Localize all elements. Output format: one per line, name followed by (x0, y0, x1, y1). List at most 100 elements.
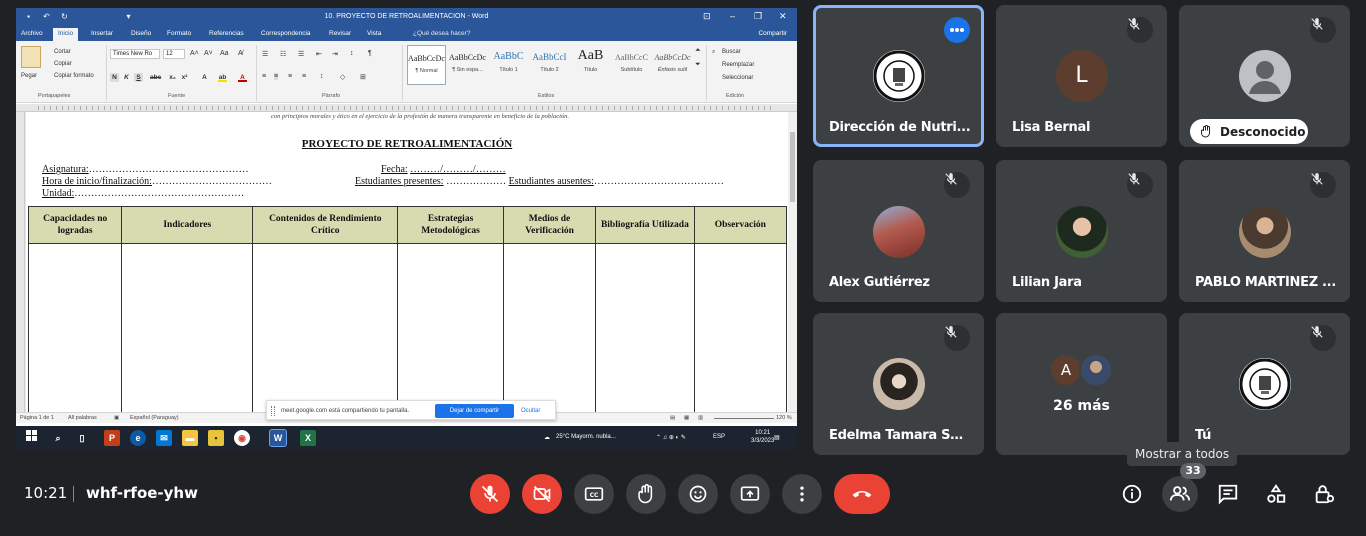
align-left-icon[interactable]: ≡ (262, 73, 266, 80)
copy-button[interactable]: Copiar (54, 61, 72, 67)
participant-tile[interactable]: Lilian Jara (996, 160, 1167, 302)
style-title[interactable]: AaB Título (571, 45, 610, 85)
style-subtle-emphasis[interactable]: AaBbCcDc Énfasis sutil (653, 45, 692, 85)
format-painter-button[interactable]: Copiar formato (54, 73, 94, 79)
styles-more-icon[interactable]: ⏷ (695, 61, 701, 69)
page-count[interactable]: Página 1 de 1 (20, 415, 54, 421)
participant-tile[interactable]: Dirección de Nutri... (813, 5, 984, 147)
paste-icon[interactable] (21, 46, 41, 68)
zoom-level[interactable]: 120 % (776, 415, 792, 421)
font-grow-icon[interactable]: A˄ (190, 50, 199, 57)
meeting-details-button[interactable] (1114, 476, 1150, 512)
bold-icon[interactable]: N (110, 73, 119, 82)
shading-icon[interactable]: ◇ (340, 73, 345, 81)
task-view-icon[interactable]: ▯ (74, 430, 90, 446)
reactions-button[interactable] (678, 474, 718, 514)
minimize-icon[interactable]: – (730, 11, 735, 22)
tab-correspondencia[interactable]: Correspondencia (261, 30, 311, 37)
multilevel-icon[interactable]: ☰ (298, 50, 304, 58)
table-cell[interactable] (121, 243, 254, 412)
decrease-indent-icon[interactable]: ⇤ (316, 50, 322, 58)
participant-tile[interactable]: A 26 más (996, 313, 1167, 455)
align-right-icon[interactable]: ≡ (288, 73, 292, 80)
table-cell[interactable] (27, 243, 123, 412)
justify-icon[interactable]: ≡ (302, 73, 306, 80)
restore-icon[interactable]: ❐ (754, 11, 762, 22)
style-subtitle[interactable]: AaBbCcC Subtítulo (612, 45, 651, 85)
document-page[interactable]: con principios morales y ético en el eje… (26, 112, 788, 412)
italic-icon[interactable]: K (122, 73, 131, 82)
font-name-box[interactable]: Times New Ro (110, 49, 160, 59)
participant-tile[interactable]: Alex Gutiérrez (813, 160, 984, 302)
word-taskbar-icon[interactable]: W (269, 429, 287, 447)
subscript-icon[interactable]: x₂ (168, 73, 177, 82)
bullets-icon[interactable]: ☰ (262, 50, 268, 58)
tab-archivo[interactable]: Archivo (21, 30, 43, 37)
find-button[interactable]: Buscar (722, 49, 741, 55)
people-button[interactable] (1162, 476, 1198, 512)
participant-tile[interactable]: PABLO MARTÍNEZ ... (1179, 160, 1350, 302)
stop-sharing-button[interactable]: Dejar de compartir (435, 404, 514, 418)
table-cell[interactable] (397, 243, 504, 412)
close-icon[interactable]: ✕ (779, 11, 787, 22)
read-mode-icon[interactable]: ▤ (670, 415, 675, 421)
hide-banner-button[interactable]: Ocultar (521, 408, 540, 414)
tab-formato[interactable]: Formato (167, 30, 191, 37)
zoom-slider[interactable] (714, 418, 774, 419)
activities-button[interactable] (1258, 476, 1294, 512)
weather-text[interactable]: 25°C Mayorm. nubla... (556, 434, 616, 440)
ribbon-display-icon[interactable]: ⊡ (703, 11, 711, 22)
change-case-icon[interactable]: Aa (220, 50, 229, 57)
participant-tile[interactable]: Desconocido (1179, 5, 1350, 147)
find-icon[interactable]: ⌕ (712, 49, 715, 56)
tell-me-search[interactable]: ¿Qué desea hacer? (413, 30, 470, 37)
style-heading-2[interactable]: AaBbCcI Título 2 (530, 45, 569, 85)
drag-handle-icon[interactable] (271, 406, 275, 416)
table-cell[interactable] (595, 243, 695, 412)
strikethrough-icon[interactable]: abc (150, 73, 161, 82)
tab-inicio[interactable]: Inicio (53, 28, 79, 41)
excel-icon[interactable]: X (300, 430, 316, 446)
word-count[interactable]: All palabras (68, 415, 97, 421)
web-layout-icon[interactable]: ▥ (698, 415, 703, 421)
style-no-spacing[interactable]: AaBbCcDc ¶ Sin espa... (448, 45, 487, 85)
text-effects-icon[interactable]: A (200, 73, 209, 82)
meeting-code[interactable]: whf-rfoe-yhw (86, 484, 198, 502)
sort-icon[interactable]: ↕ (350, 50, 354, 57)
system-tray-icons[interactable]: ⌃ ♫ ⊕ ◐ ✎ (656, 434, 686, 441)
line-spacing-icon[interactable]: ↕ (320, 73, 324, 80)
input-language[interactable]: ESP (713, 434, 725, 440)
print-layout-icon[interactable]: ▦ (684, 415, 689, 421)
font-size-box[interactable]: 12 (163, 49, 185, 59)
tab-insertar[interactable]: Insertar (91, 30, 113, 37)
style-normal[interactable]: AaBbCcDc ¶ Normal (407, 45, 446, 85)
participant-tile[interactable]: Edelma Tamara Sal... (813, 313, 984, 455)
camera-toggle-button[interactable] (522, 474, 562, 514)
search-icon[interactable]: ⌕ (50, 430, 66, 446)
cut-button[interactable]: Cortar (54, 49, 71, 55)
edge-icon[interactable]: e (130, 430, 146, 446)
pilcrow-icon[interactable]: ¶ (368, 50, 372, 57)
align-center-icon[interactable]: ≡ (274, 73, 279, 80)
language-status[interactable]: Español (Paraguay) (130, 415, 179, 421)
mail-icon[interactable]: ✉ (156, 430, 172, 446)
host-controls-button[interactable] (1306, 476, 1342, 512)
table-cell[interactable] (252, 243, 399, 412)
more-options-button[interactable] (782, 474, 822, 514)
share-button[interactable]: Compartir (758, 30, 787, 37)
font-color-icon[interactable]: A (238, 73, 247, 82)
leave-call-button[interactable] (834, 474, 890, 514)
increase-indent-icon[interactable]: ⇥ (332, 50, 338, 58)
taskbar-clock[interactable]: 10:21 3/3/2023 (751, 429, 774, 445)
chrome-icon[interactable]: ◉ (234, 430, 250, 446)
borders-icon[interactable]: ⊞ (360, 73, 366, 81)
superscript-icon[interactable]: x² (180, 73, 189, 82)
tab-revisar[interactable]: Revisar (329, 30, 351, 37)
table-cell[interactable] (502, 243, 597, 412)
powerpoint-icon[interactable]: P (104, 430, 120, 446)
sticky-notes-icon[interactable]: ▪ (208, 430, 224, 446)
styles-scroll-icon[interactable]: ⏶ (695, 47, 701, 55)
captions-button[interactable]: CC (574, 474, 614, 514)
replace-button[interactable]: Reemplazar (722, 62, 754, 68)
microphone-toggle-button[interactable] (470, 474, 510, 514)
